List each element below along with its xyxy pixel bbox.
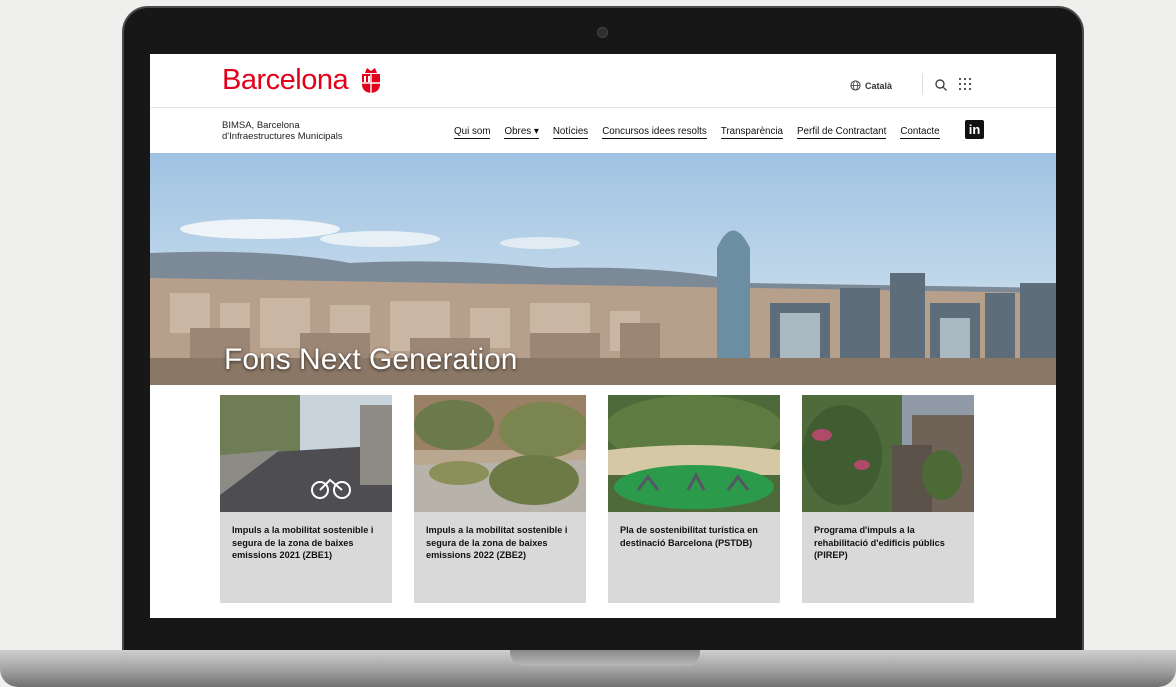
card-title: Programa d'impuls a la rehabilitació d'e…: [814, 525, 945, 560]
org-line-2: d'Infraestructures Municipals: [222, 131, 343, 142]
org-line-1: BIMSA, Barcelona: [222, 120, 300, 131]
webcam: [597, 27, 608, 38]
card-image: [802, 395, 974, 512]
language-selector[interactable]: Català: [850, 80, 892, 91]
nav-item-perfil-contractant[interactable]: Perfil de Contractant: [797, 126, 887, 139]
card-image: [414, 395, 586, 512]
site-header: Barcelona Català: [150, 54, 1056, 108]
search-icon[interactable]: [934, 78, 948, 92]
apps-grid-icon[interactable]: [959, 78, 971, 90]
nav-item-transparencia[interactable]: Transparència: [720, 126, 784, 139]
card-image: [608, 395, 780, 512]
nav-item-qui-som[interactable]: Qui som: [454, 126, 491, 139]
header-divider: [922, 73, 923, 95]
organization-name: BIMSA, Barcelona d'Infraestructures Muni…: [222, 120, 343, 142]
card-title: Pla de sostenibilitat turística en desti…: [620, 525, 758, 548]
nav-item-concursos[interactable]: Concursos idees resolts: [602, 126, 707, 139]
nav-item-contacte[interactable]: Contacte: [900, 126, 940, 139]
globe-icon: [850, 80, 861, 91]
nav-item-obres[interactable]: Obres ▾: [504, 126, 539, 139]
laptop-notch: [510, 650, 700, 666]
project-card-pstdb[interactable]: Pla de sostenibilitat turística en desti…: [608, 395, 780, 603]
project-card-zbe2[interactable]: Impuls a la mobilitat sostenible i segur…: [414, 395, 586, 603]
language-label: Català: [865, 80, 893, 91]
card-title: Impuls a la mobilitat sostenible i segur…: [232, 525, 374, 560]
card-title: Impuls a la mobilitat sostenible i segur…: [426, 525, 568, 560]
barcelona-logo[interactable]: Barcelona: [222, 64, 349, 97]
nav-menu: Qui som Obres ▾ Notícies Concursos idees…: [454, 126, 940, 139]
card-image: [220, 395, 392, 512]
hero-banner[interactable]: Fons Next Generation: [150, 153, 1056, 385]
nav-item-noticies[interactable]: Notícies: [552, 126, 589, 139]
barcelona-emblem-icon: [362, 68, 380, 93]
project-card-zbe1[interactable]: Impuls a la mobilitat sostenible i segur…: [220, 395, 392, 603]
linkedin-icon[interactable]: in: [965, 120, 984, 139]
project-card-pirep[interactable]: Programa d'impuls a la rehabilitació d'e…: [802, 395, 974, 603]
browser-screen: Barcelona Català BIMSA, Barcelona d'Infr…: [150, 54, 1056, 618]
hero-title: Fons Next Generation: [224, 343, 518, 376]
main-navigation: BIMSA, Barcelona d'Infraestructures Muni…: [150, 108, 1056, 153]
